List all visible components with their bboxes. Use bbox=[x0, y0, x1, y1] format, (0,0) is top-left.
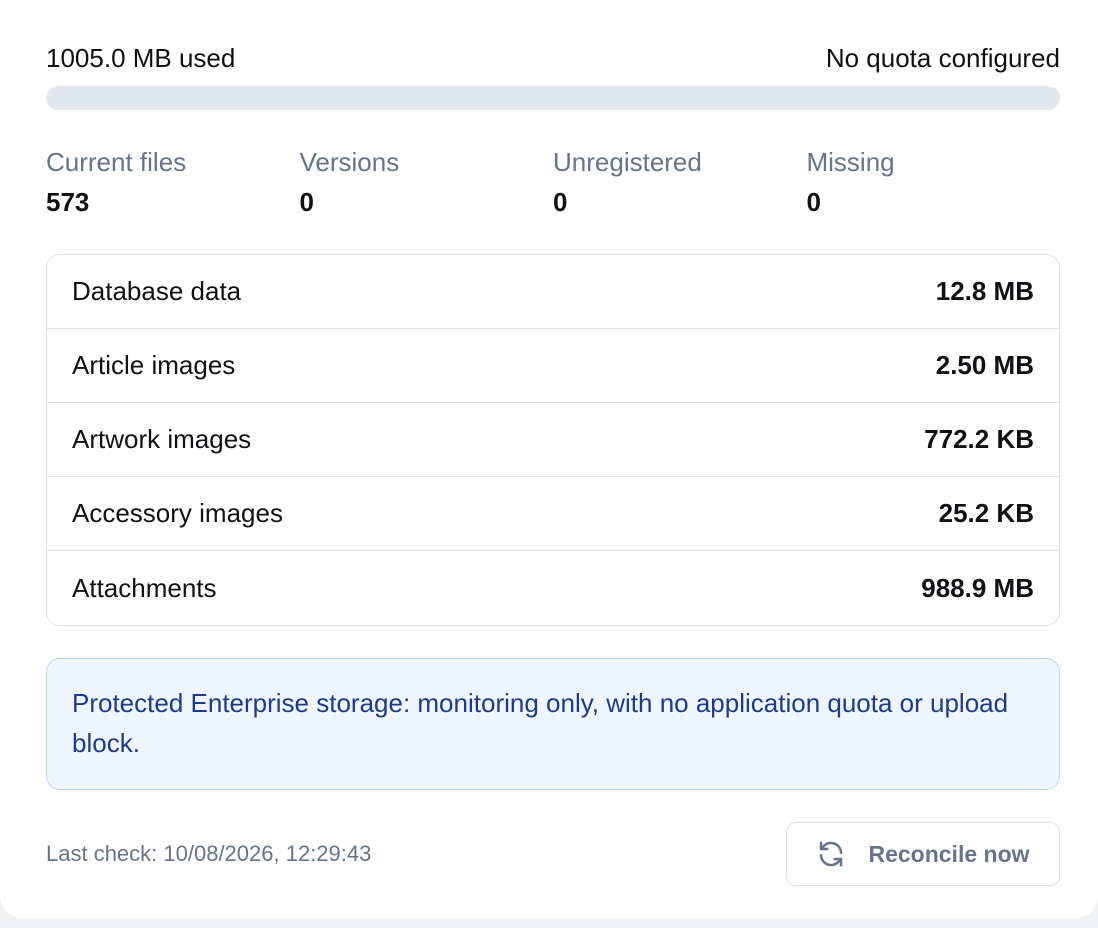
refresh-icon bbox=[816, 839, 846, 869]
stat-value: 0 bbox=[553, 187, 568, 217]
stat-label: Versions bbox=[299, 147, 400, 177]
breakdown-value: 772.2 KB bbox=[924, 424, 1034, 454]
breakdown-row-artwork-images: Artwork images 772.2 KB bbox=[47, 403, 1059, 477]
stat-current-files: Current files 573 bbox=[46, 144, 300, 220]
breakdown-label: Artwork images bbox=[72, 424, 252, 454]
breakdown-row-accessory-images: Accessory images 25.2 KB bbox=[47, 477, 1059, 551]
reconcile-now-button[interactable]: Reconcile now bbox=[786, 822, 1060, 886]
breakdown-row-article-images: Article images 2.50 MB bbox=[47, 329, 1059, 403]
breakdown-row-database-data: Database data 12.8 MB bbox=[47, 255, 1059, 329]
breakdown-value: 25.2 KB bbox=[938, 498, 1034, 528]
stat-unregistered: Unregistered 0 bbox=[553, 144, 807, 220]
stat-versions: Versions 0 bbox=[300, 144, 554, 220]
usage-progress-bar bbox=[46, 86, 1060, 110]
breakdown-label: Article images bbox=[72, 350, 236, 380]
quota-label: No quota configured bbox=[825, 43, 1060, 73]
stat-missing: Missing 0 bbox=[807, 144, 1061, 220]
stat-label: Missing bbox=[806, 147, 895, 177]
used-label: 1005.0 MB used bbox=[46, 43, 236, 73]
breakdown-value: 2.50 MB bbox=[935, 350, 1034, 380]
storage-card: 1005.0 MB used No quota configured Curre… bbox=[0, 0, 1098, 918]
stat-value: 573 bbox=[46, 187, 90, 217]
storage-breakdown-table: Database data 12.8 MB Article images 2.5… bbox=[46, 254, 1060, 626]
stat-value: 0 bbox=[299, 187, 314, 217]
stat-label: Current files bbox=[46, 147, 187, 177]
notice-text: Protected Enterprise storage: monitoring… bbox=[72, 688, 1009, 758]
breakdown-label: Accessory images bbox=[72, 498, 283, 528]
breakdown-label: Attachments bbox=[72, 572, 217, 603]
reconcile-label: Reconcile now bbox=[868, 840, 1030, 867]
breakdown-value: 12.8 MB bbox=[935, 276, 1034, 306]
usage-header: 1005.0 MB used No quota configured bbox=[46, 40, 1060, 76]
breakdown-label: Database data bbox=[72, 276, 242, 306]
breakdown-row-attachments: Attachments 988.9 MB bbox=[47, 551, 1059, 625]
info-notice: Protected Enterprise storage: monitoring… bbox=[46, 658, 1060, 790]
breakdown-value: 988.9 MB bbox=[921, 572, 1034, 603]
card-footer: Last check: 10/08/2026, 12:29:43 Reconci… bbox=[46, 822, 1060, 886]
file-stats: Current files 573 Versions 0 Unregistere… bbox=[46, 144, 1060, 220]
last-check-timestamp: Last check: 10/08/2026, 12:29:43 bbox=[46, 841, 372, 866]
stat-value: 0 bbox=[806, 187, 821, 217]
stat-label: Unregistered bbox=[553, 147, 702, 177]
